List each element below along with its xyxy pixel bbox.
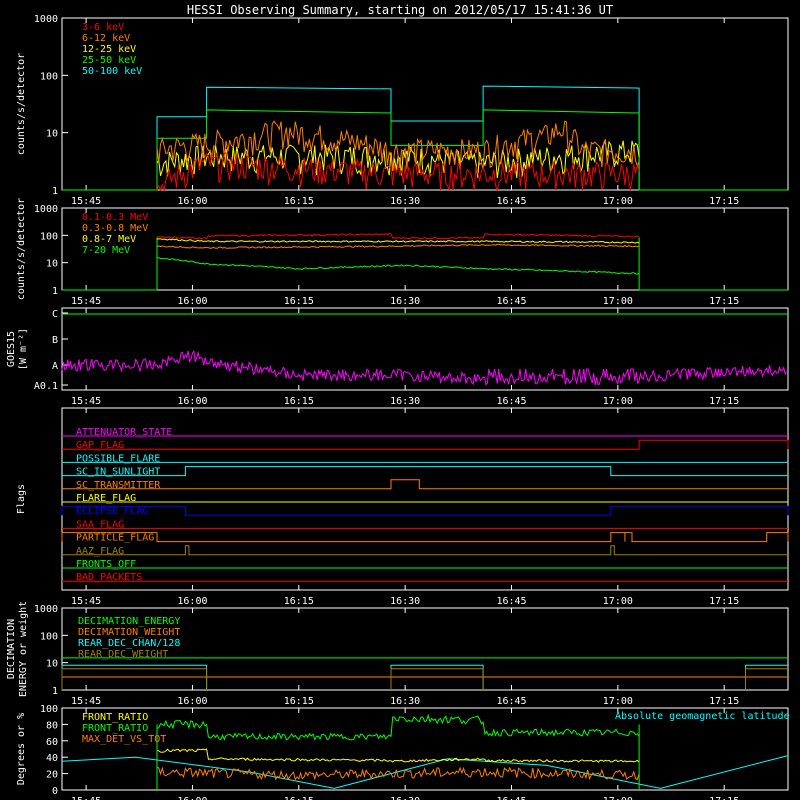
panel5-legend-1: DECIMATION_WEIGHT	[78, 627, 180, 638]
panel5-ylabel-2: ENERGY or weight	[18, 601, 29, 697]
panel6-ytick-label-0: 0	[52, 786, 58, 797]
panel6-ylabel: Degrees or %	[16, 713, 27, 785]
panel5-xtick-label-1: 16:00	[177, 696, 207, 707]
panel5-xtick-label-2: 16:15	[284, 696, 314, 707]
panel2-legend-3: 7-20 MeV	[82, 245, 130, 256]
panel5-ytick-label-2: 100	[40, 631, 58, 642]
panel1-legend-3: 25-50 keV	[82, 55, 136, 66]
panel6-xtick-label-1: 16:00	[177, 796, 207, 800]
panel4-xtick-label-6: 17:15	[709, 596, 739, 607]
panel6-ytick-label-3: 60	[46, 737, 58, 748]
panel4-xtick-label-1: 16:00	[177, 596, 207, 607]
panel3-ytick-label-0: A0.1	[34, 381, 58, 392]
panel4-flag-label-6: ECLIPSE_FLAG	[76, 506, 148, 517]
panel3-xtick-label-2: 16:15	[284, 396, 314, 407]
panel2-xtick-label-2: 16:15	[284, 296, 314, 307]
panel5-ytick-label-3: 1000	[34, 604, 58, 615]
panel2-xtick-label-5: 17:00	[603, 296, 633, 307]
panel6-legend-1: FRONT_RATIO	[82, 723, 148, 734]
panel4-xtick-label-0: 15:45	[71, 596, 101, 607]
panel1-ytick-label-3: 1000	[34, 14, 58, 25]
panel6-ytick-label-2: 40	[46, 753, 58, 764]
panel2-xtick-label-4: 16:45	[496, 296, 526, 307]
panel4-ylabel: Flags	[16, 484, 27, 514]
panel2-ytick-label-0: 1	[52, 286, 58, 297]
panel2-ytick-label-2: 100	[40, 231, 58, 242]
panel1-xtick-label-5: 17:00	[603, 196, 633, 207]
panel3-xtick-label-4: 16:45	[496, 396, 526, 407]
panel6-ytick-label-1: 20	[46, 770, 58, 781]
panel5-ytick-label-1: 10	[46, 659, 58, 670]
panel3-xtick-label-5: 17:00	[603, 396, 633, 407]
panel6-legend-2: MAX_DET_VS_TOT	[82, 734, 166, 745]
panel2-ylabel: counts/s/detector	[16, 198, 27, 300]
panel5-legend-0: DECIMATION_ENERGY	[78, 616, 180, 627]
panel5-ylabel-1: DECIMATION	[6, 619, 17, 679]
panel1-ytick-label-0: 1	[52, 186, 58, 197]
panel2-ytick-label-3: 1000	[34, 204, 58, 215]
panel6-xtick-label-6: 17:15	[709, 796, 739, 800]
panel6-ytick-label-5: 100	[40, 704, 58, 715]
panel3-ytick-label-1: A	[52, 361, 58, 372]
panel6-xtick-label-5: 17:00	[603, 796, 633, 800]
panel3-xtick-label-0: 15:45	[71, 396, 101, 407]
panel5-legend-2: REAR_DEC_CHAN/128	[78, 638, 180, 649]
panel3-ytick-label-2: B	[52, 335, 58, 346]
panel4-xtick-label-4: 16:45	[496, 596, 526, 607]
panel2-legend-2: 0.8-7 MeV	[82, 234, 136, 245]
panel5-legend-3: REAR_DEC_WEIGHT	[78, 649, 168, 660]
panel1-xtick-label-6: 17:15	[709, 196, 739, 207]
panel1-xtick-label-3: 16:30	[390, 196, 420, 207]
panel1-ytick-label-1: 10	[46, 129, 58, 140]
panel6-ytick-label-4: 80	[46, 720, 58, 731]
panel4-xtick-label-2: 16:15	[284, 596, 314, 607]
panel2-xtick-label-0: 15:45	[71, 296, 101, 307]
panel3-xtick-label-3: 16:30	[390, 396, 420, 407]
panel3-ylabel-2: [W m⁻²]	[18, 328, 29, 370]
panel4-flag-label-8: PARTICLE_FLAG	[76, 533, 154, 544]
panel2-xtick-label-6: 17:15	[709, 296, 739, 307]
panel2-xtick-label-1: 16:00	[177, 296, 207, 307]
panel2-legend-0: 0.1-0.3 MeV	[82, 212, 148, 223]
panel1-legend-4: 50-100 keV	[82, 66, 142, 77]
panel5-xtick-label-6: 17:15	[709, 696, 739, 707]
panel1-legend-2: 12-25 keV	[82, 44, 136, 55]
panel4-xtick-label-3: 16:30	[390, 596, 420, 607]
panel5-xtick-label-5: 17:00	[603, 696, 633, 707]
panel6-annotation: Absolute geomagnetic latitude	[615, 711, 790, 722]
figure-title: HESSI Observing Summary, starting on 201…	[187, 3, 613, 17]
panel1-xtick-label-0: 15:45	[71, 196, 101, 207]
panel3-ytick-label-3: C	[52, 309, 58, 320]
panel5-ytick-label-0: 1	[52, 686, 58, 697]
panel6-xtick-label-4: 16:45	[496, 796, 526, 800]
panel6-legend-0: FRONT_RATIO	[82, 712, 148, 723]
panel6-xtick-label-0: 15:45	[71, 796, 101, 800]
panel1-legend-0: 3-6 keV	[82, 22, 124, 33]
panel3-xtick-label-6: 17:15	[709, 396, 739, 407]
panel6-xtick-label-2: 16:15	[284, 796, 314, 800]
panel1-legend-1: 6-12 keV	[82, 33, 130, 44]
panel3-ylabel-1: GOES15	[6, 331, 17, 367]
panel1-xtick-label-2: 16:15	[284, 196, 314, 207]
panel5-xtick-label-0: 15:45	[71, 696, 101, 707]
panel3-xtick-label-1: 16:00	[177, 396, 207, 407]
hessi-summary-figure: HESSI Observing Summary, starting on 201…	[0, 0, 800, 800]
panel1-xtick-label-4: 16:45	[496, 196, 526, 207]
panel2-xtick-label-3: 16:30	[390, 296, 420, 307]
panel5-xtick-label-3: 16:30	[390, 696, 420, 707]
panel2-ytick-label-1: 10	[46, 259, 58, 270]
panel1-ytick-label-2: 100	[40, 71, 58, 82]
panel5-xtick-label-4: 16:45	[496, 696, 526, 707]
panel6-xtick-label-3: 16:30	[390, 796, 420, 800]
panel1-ylabel: counts/s/detector	[16, 53, 27, 155]
panel4-xtick-label-5: 17:00	[603, 596, 633, 607]
panel2-legend-1: 0.3-0.8 MeV	[82, 223, 148, 234]
panel1-xtick-label-1: 16:00	[177, 196, 207, 207]
